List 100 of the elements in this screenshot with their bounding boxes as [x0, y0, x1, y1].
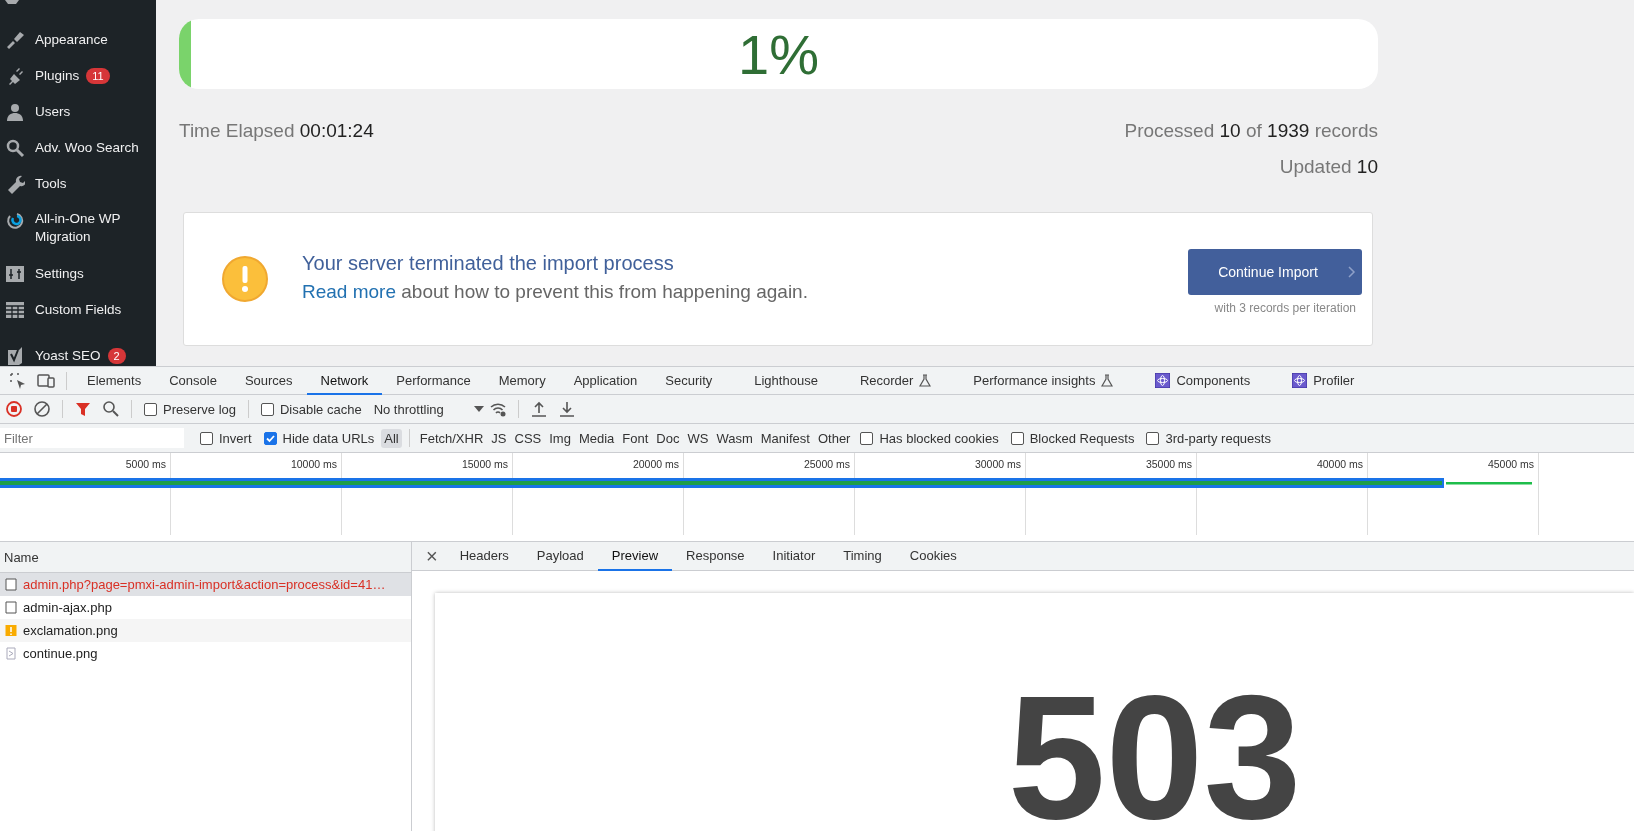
type-filter[interactable]: Img: [546, 428, 574, 448]
request-row[interactable]: admin.php?page=pmxi-admin-import&action=process&id=41…: [0, 573, 411, 596]
sidebar-item[interactable]: Tools: [0, 166, 156, 202]
error-code: 503: [1007, 669, 1302, 831]
devtools-tab[interactable]: Components: [1141, 367, 1265, 395]
sidebar-icon: [5, 0, 19, 4]
devtools-tab[interactable]: Application: [559, 367, 652, 395]
count-badge: 11: [86, 68, 110, 84]
throttling-dropdown[interactable]: No throttling: [373, 401, 484, 417]
detail-tab[interactable]: Timing: [829, 542, 896, 571]
request-row[interactable]: exclamation.png: [0, 619, 411, 642]
checkbox[interactable]: [1010, 431, 1024, 445]
type-filter[interactable]: Wasm: [713, 428, 756, 448]
select-element-icon[interactable]: [9, 371, 27, 390]
request-row[interactable]: continue.png: [0, 642, 411, 665]
close-button[interactable]: ×: [418, 544, 446, 568]
checkbox[interactable]: [261, 402, 274, 416]
devtools-tab[interactable]: Sources: [230, 367, 307, 395]
file-icon: [5, 578, 17, 591]
filter-option-checkbox[interactable]: Has blocked cookies: [860, 430, 999, 446]
checkbox[interactable]: [200, 431, 213, 445]
read-more-link[interactable]: Read more: [302, 280, 396, 302]
devtools-tab[interactable]: Network: [306, 367, 383, 395]
detail-tab[interactable]: Response: [672, 542, 759, 571]
detail-tab[interactable]: Headers: [445, 542, 523, 571]
upload-icon[interactable]: [529, 400, 548, 418]
count-badge: 2: [107, 348, 126, 364]
download-icon[interactable]: [557, 400, 576, 418]
devtools-tab[interactable]: Recorder: [845, 367, 946, 395]
sidebar-item[interactable]: Settings: [0, 256, 156, 292]
exclamation-icon: [222, 256, 268, 302]
image-file-icon: [5, 647, 17, 660]
type-filter[interactable]: Fetch/XHR: [416, 428, 487, 448]
devtools-tab[interactable]: Console: [155, 367, 231, 395]
atom-icon: [1155, 372, 1171, 388]
preserve-log-checkbox[interactable]: Preserve log: [144, 401, 236, 417]
devtools-tab[interactable]: Security: [651, 367, 727, 395]
sidebar-item[interactable]: Users: [0, 94, 156, 130]
type-filter[interactable]: All: [381, 428, 402, 448]
detail-tab[interactable]: Cookies: [895, 542, 971, 571]
devtools-tab[interactable]: Memory: [484, 367, 560, 395]
notice-message: Read more about how to prevent this from happening again.: [302, 280, 809, 303]
paintbrush-icon: [5, 30, 25, 50]
search-icon[interactable]: [102, 400, 120, 418]
type-filter[interactable]: Media: [575, 428, 618, 448]
search-icon: [5, 138, 25, 158]
devtools-tab[interactable]: Lighthouse: [740, 367, 832, 395]
filter-option-checkbox[interactable]: Blocked Requests: [1010, 430, 1135, 446]
warning-file-icon: [5, 624, 17, 637]
sidebar-item[interactable]: Appearance: [0, 22, 156, 58]
wifi-gear-icon[interactable]: [488, 400, 507, 418]
type-filter[interactable]: Doc: [653, 428, 683, 448]
time-elapsed: Time Elapsed 00:01:24: [179, 120, 374, 143]
notice-title: Your server terminated the import process: [302, 251, 675, 275]
type-filter[interactable]: WS: [684, 428, 712, 448]
hide-data-urls-checkbox[interactable]: Hide data URLs: [263, 430, 375, 446]
type-filter[interactable]: CSS: [511, 428, 545, 448]
progress-percent: 1%: [738, 21, 819, 87]
sliders-icon: [5, 264, 25, 284]
devtools-tab[interactable]: Performance: [382, 367, 485, 395]
invert-checkbox[interactable]: Invert: [200, 430, 252, 446]
circular-arrow-icon: [5, 210, 25, 230]
device-toggle-icon[interactable]: [37, 371, 55, 390]
detail-tab[interactable]: Payload: [522, 542, 598, 571]
file-icon: [5, 601, 17, 614]
sidebar-item[interactable]: Adv. Woo Search: [0, 130, 156, 166]
person-icon: [5, 102, 25, 122]
chevron-icon: [1347, 266, 1356, 278]
caret-icon: [473, 406, 484, 412]
devtools-tab[interactable]: Profiler: [1278, 367, 1369, 395]
type-filter[interactable]: Font: [619, 428, 652, 448]
detail-tab[interactable]: Preview: [597, 542, 673, 571]
updated-count: Updated 10: [1279, 156, 1378, 178]
request-row[interactable]: admin-ajax.php: [0, 596, 411, 619]
sidebar-item[interactable]: Custom Fields: [0, 292, 156, 328]
sidebar-item[interactable]: Plugins 11: [0, 58, 156, 94]
disable-cache-checkbox[interactable]: Disable cache: [261, 401, 362, 417]
checkbox[interactable]: [1146, 431, 1160, 445]
filter-option-checkbox[interactable]: 3rd-party requests: [1146, 430, 1271, 446]
continue-import-button[interactable]: Continue Import: [1188, 249, 1362, 295]
iteration-hint: with 3 records per iteration: [1214, 301, 1356, 315]
type-filter[interactable]: Other: [814, 428, 854, 448]
clear-icon[interactable]: [33, 400, 51, 418]
checkbox[interactable]: [860, 431, 874, 445]
sidebar-item[interactable]: All-in-One WP Migration: [0, 202, 156, 256]
processed-count: Processed 10 of 1939 records: [1124, 120, 1378, 142]
checkbox[interactable]: [144, 402, 157, 416]
type-filter[interactable]: Manifest: [757, 428, 813, 448]
column-header[interactable]: Name: [0, 542, 411, 573]
type-filter[interactable]: JS: [488, 428, 510, 448]
atom-icon: [1292, 372, 1308, 388]
detail-tab[interactable]: Initiator: [758, 542, 830, 571]
devtools-tab[interactable]: Performance insights: [959, 367, 1128, 395]
flask-icon: [1101, 373, 1114, 387]
flask-icon: [919, 373, 932, 387]
record-stop-icon[interactable]: [5, 400, 23, 418]
filter-field[interactable]: Filter: [0, 428, 184, 448]
filter-icon[interactable]: [74, 400, 92, 418]
table-icon: [5, 300, 25, 320]
checkbox[interactable]: [263, 431, 277, 445]
